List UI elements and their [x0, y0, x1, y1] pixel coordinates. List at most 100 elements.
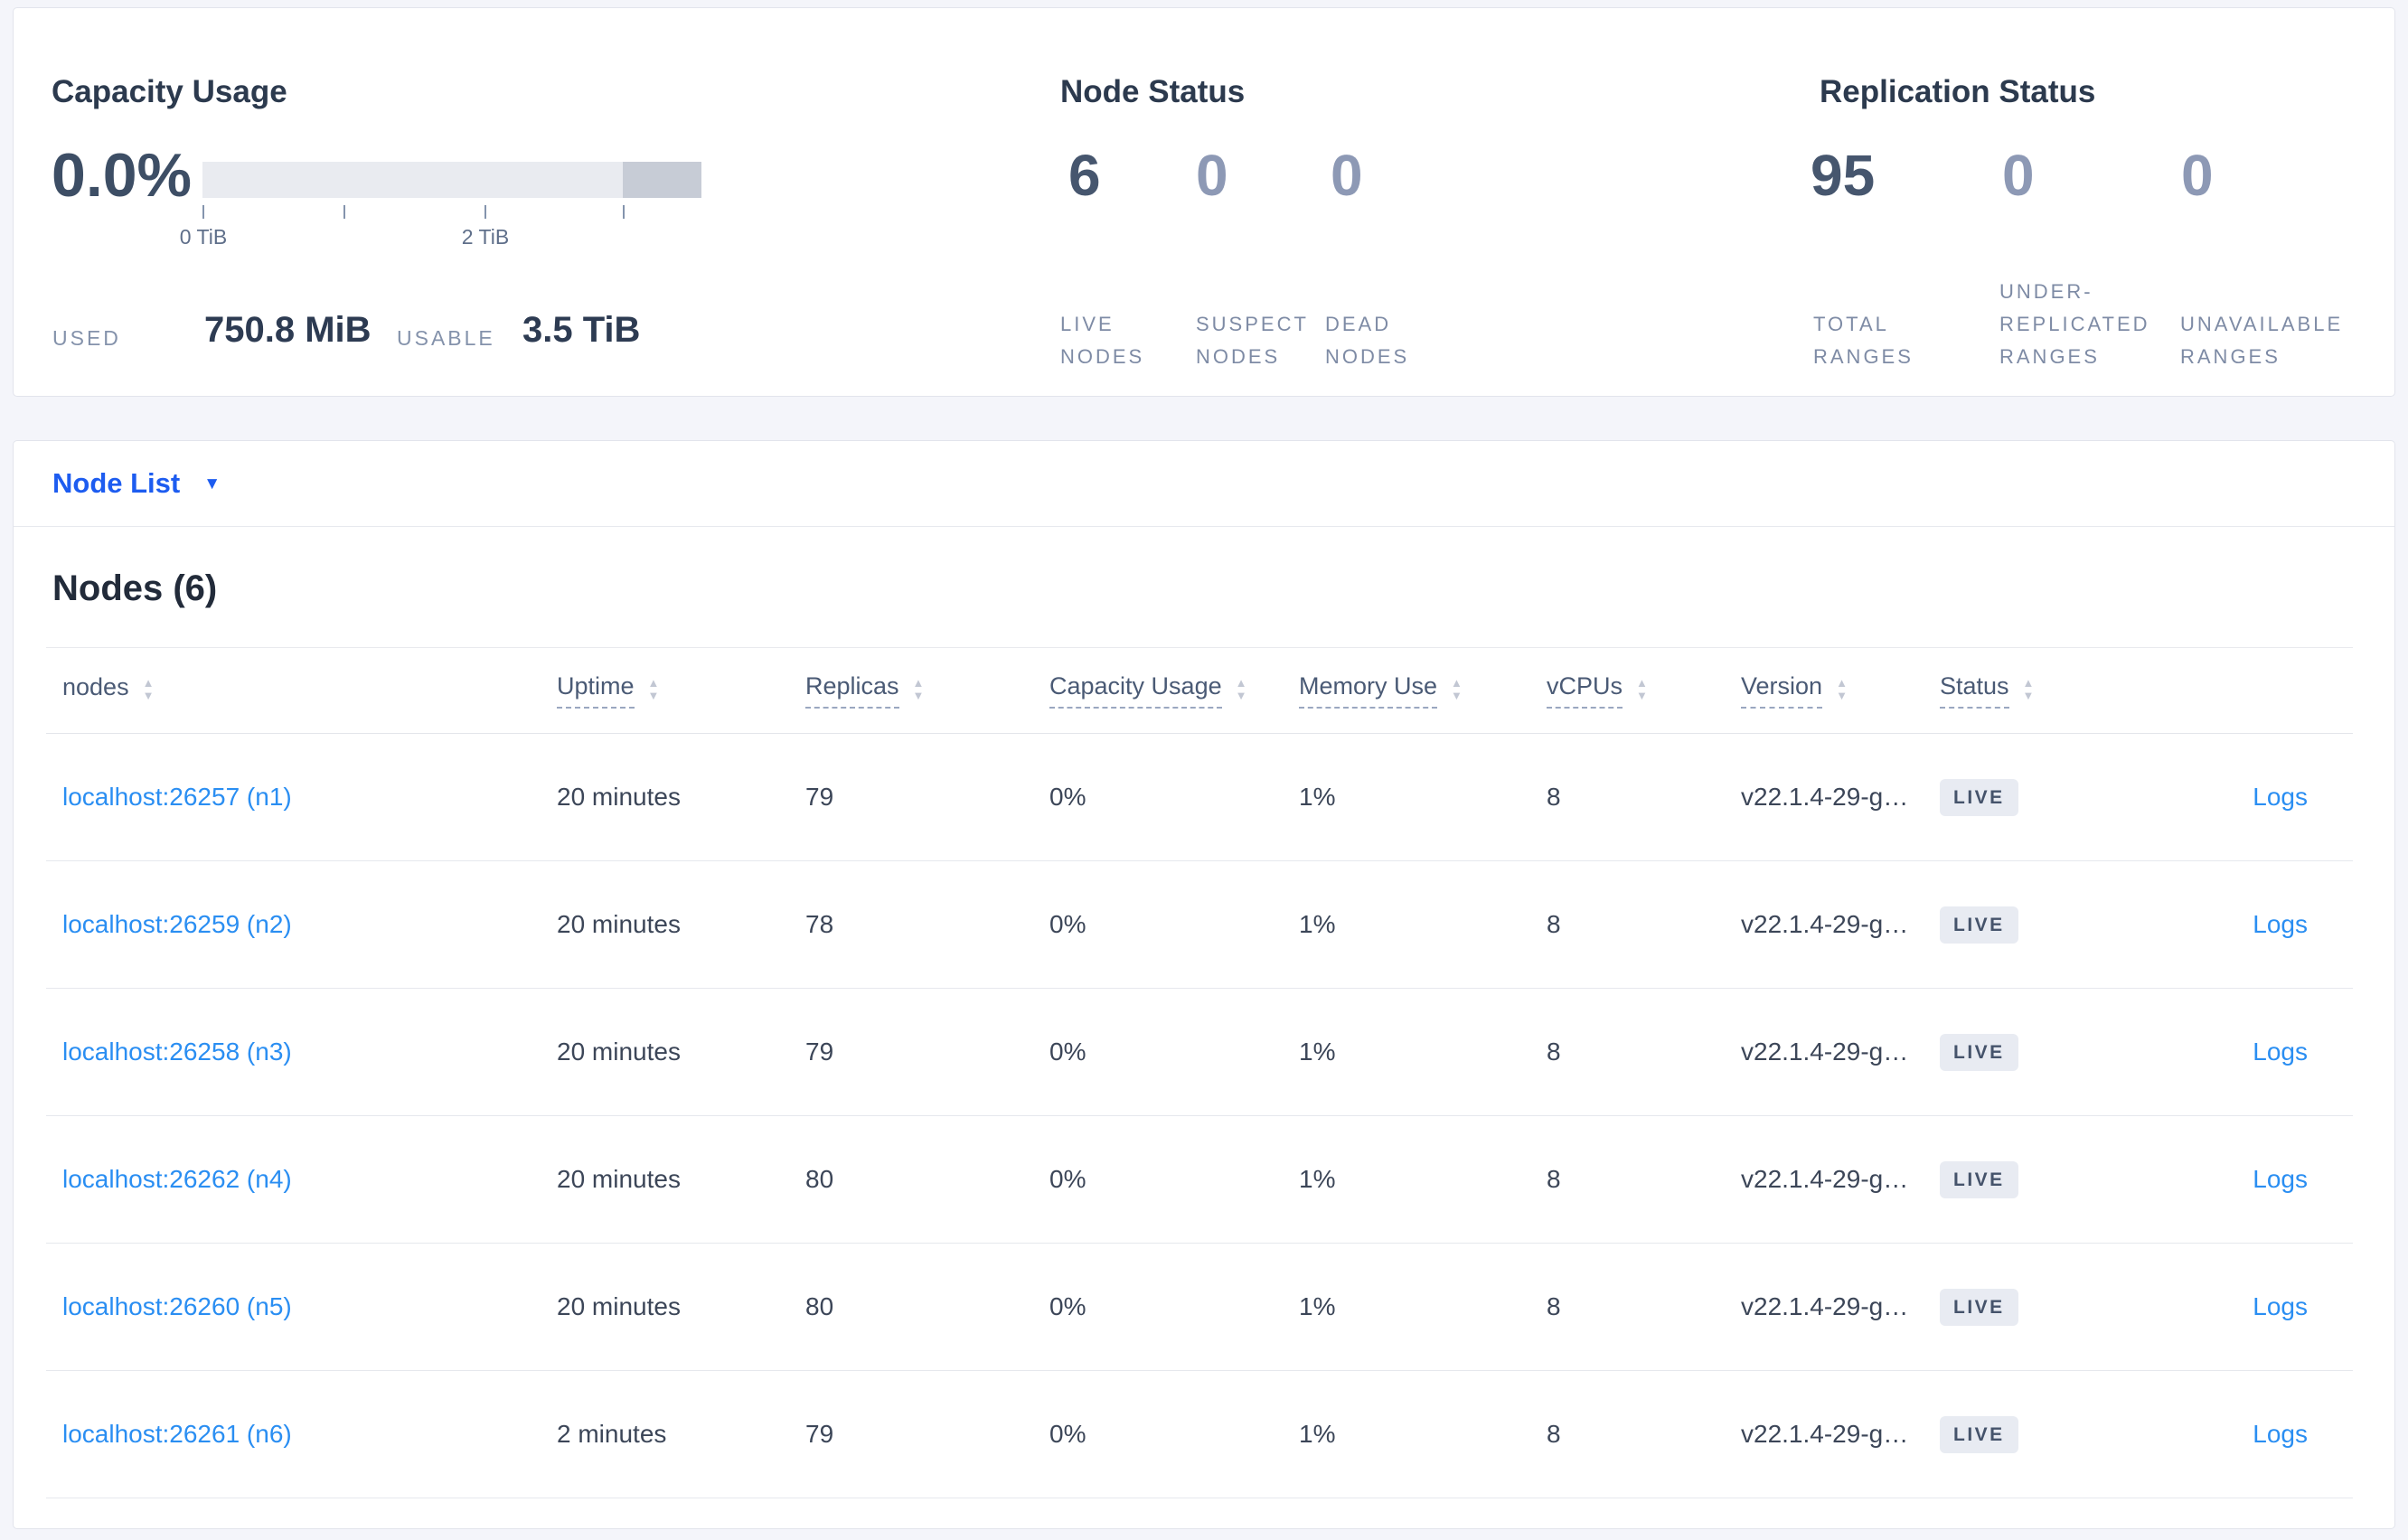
vcpus-cell: 8: [1547, 988, 1741, 1116]
under-replicated-ranges-value: 0: [2002, 143, 2035, 208]
live-nodes-label: LIVE NODES: [1060, 313, 1145, 368]
logs-link: Logs: [2148, 860, 2353, 989]
column-header-nodes[interactable]: nodes ▲ ▼: [46, 647, 557, 734]
uptime-cell: 2 minutes: [557, 1370, 805, 1498]
capacity-usage-title: Capacity Usage: [52, 74, 287, 110]
node-link[interactable]: localhost:26258 (n3): [62, 1038, 292, 1066]
node-link: localhost:26259 (n2): [46, 860, 557, 989]
node-link[interactable]: localhost:26261 (n6): [62, 1420, 292, 1448]
replicas-cell: 79: [805, 988, 1049, 1116]
replication-status-title: Replication Status: [1820, 74, 2096, 110]
table-row: localhost:26258 (n3) 20 minutes 79 0% 1% 8 v22…: [46, 988, 2353, 1116]
column-header-label: vCPUs: [1547, 672, 1623, 709]
replicas-cell: 80: [805, 1115, 1049, 1244]
cluster-summary-panel: Capacity Usage 0.0% 0 TiB 2 TiB USED 750…: [13, 7, 2395, 397]
axis-tick: [343, 205, 345, 219]
logs-link[interactable]: Logs: [2253, 1165, 2308, 1193]
column-header-replicas[interactable]: Replicas ▲ ▼: [805, 647, 1049, 734]
status-badge: LIVE: [1940, 988, 2148, 1116]
sort-icon: ▲ ▼: [1235, 675, 1247, 702]
suspect-nodes-label: SUSPECT NODES: [1196, 313, 1309, 368]
logs-link: Logs: [2148, 1115, 2353, 1244]
capacity-usage-cell: 0%: [1049, 988, 1299, 1116]
capacity-usage-cell: 0%: [1049, 1115, 1299, 1244]
status-badge: LIVE: [1940, 733, 2148, 861]
under-replicated-ranges-label: UNDER- REPLICATED RANGES: [1999, 280, 2150, 368]
replicas-cell: 78: [805, 860, 1049, 989]
logs-link: Logs: [2148, 1243, 2353, 1371]
dead-nodes-label: DEAD NODES: [1325, 313, 1410, 368]
uptime-cell: 20 minutes: [557, 988, 805, 1116]
capacity-usage-cell: 0%: [1049, 1243, 1299, 1371]
node-link: localhost:26258 (n3): [46, 988, 557, 1116]
logs-link[interactable]: Logs: [2253, 910, 2308, 938]
node-list-dropdown[interactable]: Node List ▼: [52, 467, 221, 500]
column-header-logs: [2148, 647, 2353, 734]
logs-link[interactable]: Logs: [2253, 1292, 2308, 1320]
column-header-capacity-usage[interactable]: Capacity Usage ▲ ▼: [1049, 647, 1299, 734]
column-header-label: Replicas: [805, 672, 899, 709]
chevron-down-icon: ▼: [203, 474, 221, 493]
column-header-label: Memory Use: [1299, 672, 1438, 709]
dead-nodes-value: 0: [1331, 143, 1363, 208]
vcpus-cell: 8: [1547, 1243, 1741, 1371]
node-link[interactable]: localhost:26257 (n1): [62, 783, 292, 811]
memory-use-cell: 1%: [1299, 733, 1547, 861]
memory-use-cell: 1%: [1299, 1115, 1547, 1244]
axis-tick: [484, 205, 486, 219]
vcpus-cell: 8: [1547, 733, 1741, 861]
column-header-memory-use[interactable]: Memory Use ▲ ▼: [1299, 647, 1547, 734]
axis-tick: [202, 205, 204, 219]
column-header-status[interactable]: Status ▲ ▼: [1940, 647, 2148, 734]
capacity-usage-cell: 0%: [1049, 860, 1299, 989]
view-selector-row: Node List ▼: [14, 441, 2394, 527]
status-badge: LIVE: [1940, 1288, 2018, 1326]
vcpus-cell: 8: [1547, 1370, 1741, 1498]
node-list-panel: Node List ▼ Nodes (6) nodes ▲ ▼ Uptime ▲ ▼ Rep…: [13, 440, 2395, 1529]
column-header-version[interactable]: Version ▲ ▼: [1741, 647, 1940, 734]
nodes-heading: Nodes (6): [52, 568, 218, 608]
status-badge: LIVE: [1940, 1033, 2018, 1071]
node-link: localhost:26261 (n6): [46, 1370, 557, 1498]
suspect-nodes-value: 0: [1196, 143, 1228, 208]
axis-tick: [623, 205, 625, 219]
node-link: localhost:26257 (n1): [46, 733, 557, 861]
logs-link[interactable]: Logs: [2253, 783, 2308, 811]
column-header-label: Status: [1940, 672, 2009, 709]
status-badge: LIVE: [1940, 778, 2018, 816]
status-badge: LIVE: [1940, 1115, 2148, 1244]
unavailable-ranges-value: 0: [2181, 143, 2214, 208]
sort-icon: ▲ ▼: [1636, 675, 1648, 702]
capacity-bar-reserved-segment: [623, 162, 701, 198]
table-row: localhost:26257 (n1) 20 minutes 79 0% 1% 8 v22…: [46, 733, 2353, 861]
column-header-label: Version: [1741, 672, 1823, 709]
version-cell: v22.1.4-29-g…: [1741, 988, 1940, 1116]
status-badge: LIVE: [1940, 906, 2018, 944]
total-ranges-value: 95: [1811, 143, 1876, 208]
replicas-cell: 79: [805, 1370, 1049, 1498]
node-link[interactable]: localhost:26259 (n2): [62, 910, 292, 938]
logs-link[interactable]: Logs: [2253, 1038, 2308, 1066]
sort-icon: ▲ ▼: [142, 675, 155, 702]
logs-link[interactable]: Logs: [2253, 1420, 2308, 1448]
logs-link: Logs: [2148, 988, 2353, 1116]
node-link[interactable]: localhost:26260 (n5): [62, 1292, 292, 1320]
total-ranges-label: TOTAL RANGES: [1813, 313, 1914, 368]
usable-value: 3.5 TiB: [522, 310, 641, 350]
node-link[interactable]: localhost:26262 (n4): [62, 1165, 292, 1193]
column-header-vcpus[interactable]: vCPUs ▲ ▼: [1547, 647, 1741, 734]
nodes-table-wrapper: nodes ▲ ▼ Uptime ▲ ▼ Replicas ▲ ▼ Capacity Usage ▲…: [46, 647, 2353, 1498]
status-badge: LIVE: [1940, 1160, 2018, 1198]
version-cell: v22.1.4-29-g…: [1741, 1115, 1940, 1244]
vcpus-cell: 8: [1547, 1115, 1741, 1244]
sort-icon: ▲ ▼: [2022, 675, 2035, 702]
node-list-dropdown-label: Node List: [52, 467, 181, 499]
table-row: localhost:26261 (n6) 2 minutes 79 0% 1% 8 v22.…: [46, 1370, 2353, 1498]
version-cell: v22.1.4-29-g…: [1741, 733, 1940, 861]
capacity-usage-cell: 0%: [1049, 733, 1299, 861]
table-row: localhost:26262 (n4) 20 minutes 80 0% 1% 8 v22…: [46, 1115, 2353, 1244]
status-badge: LIVE: [1940, 860, 2148, 989]
replicas-cell: 80: [805, 1243, 1049, 1371]
column-header-uptime[interactable]: Uptime ▲ ▼: [557, 647, 805, 734]
version-cell: v22.1.4-29-g…: [1741, 1243, 1940, 1371]
